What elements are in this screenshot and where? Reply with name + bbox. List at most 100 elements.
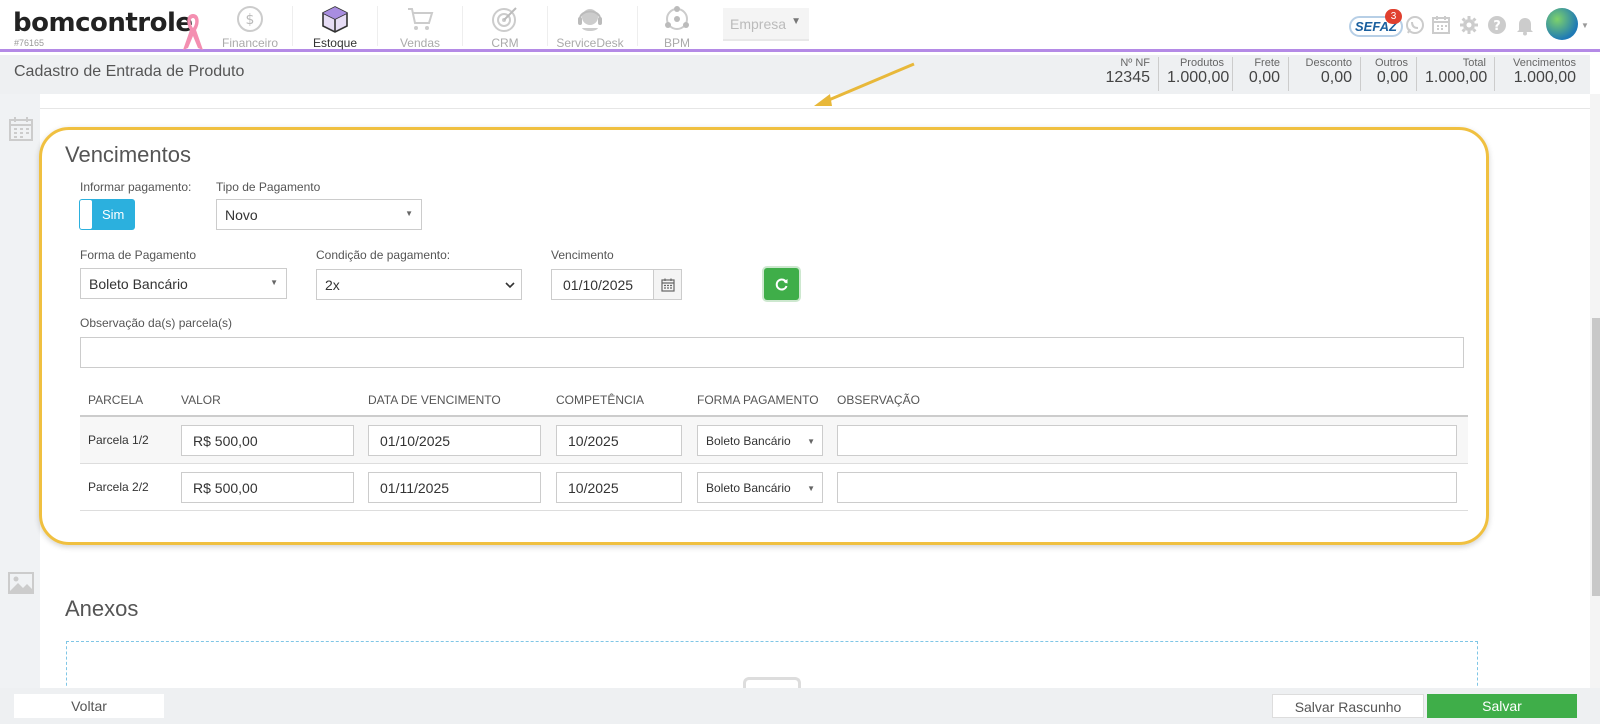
page-title: Cadastro de Entrada de Produto [14,63,245,80]
svg-text:?: ? [1493,19,1501,34]
toggle-knob [80,200,92,229]
summary-label: Outros [1374,57,1408,69]
whatsapp-icon[interactable] [1404,14,1426,36]
summary-total: Total 1.000,00 [1416,57,1494,91]
nav-bpm[interactable]: BPM [647,4,707,50]
competencia-input[interactable]: 10/2025 [556,472,682,503]
pink-ribbon-icon [183,14,203,50]
input-value: R$ 500,00 [193,480,258,496]
summary-outros: Outros 0,00 [1360,57,1416,91]
caret-down-icon: ▼ [807,437,815,446]
caret-down-icon: ▼ [807,484,815,493]
gear-icon[interactable] [1458,14,1480,36]
valor-input[interactable]: R$ 500,00 [181,425,354,456]
nav-divider [637,6,638,46]
avatar[interactable] [1546,8,1578,40]
forma-pagamento-select[interactable]: Boleto Bancário ▼ [80,268,287,299]
summary-label: Nº NF [1120,57,1150,69]
input-value: 10/2025 [568,433,619,449]
tipo-pagamento-select[interactable]: Novo ▼ [216,199,422,230]
salvar-button[interactable]: Salvar [1427,694,1577,718]
svg-text:$: $ [246,12,255,28]
network-icon [665,6,689,30]
condicao-pagamento-label: Condição de pagamento: [316,248,451,262]
anexos-title: Anexos [65,596,139,621]
help-icon[interactable]: ? [1486,14,1508,36]
nav-financeiro[interactable]: $ Financeiro [220,4,280,50]
image-icon[interactable] [8,570,34,596]
data-vencimento-input[interactable]: 01/10/2025 [368,425,541,456]
left-sidebar [0,94,40,688]
data-vencimento-input[interactable]: 01/11/2025 [368,472,541,503]
summary-produtos: Produtos 1.000,00 [1158,57,1232,91]
competencia-input[interactable]: 10/2025 [556,425,682,456]
input-value: 01/11/2025 [380,480,450,496]
caret-down-icon[interactable]: ▼ [1581,21,1589,30]
date-picker-button[interactable] [653,269,682,300]
table-header: PARCELA [88,393,144,407]
nav-divider [547,6,548,46]
informar-pagamento-toggle[interactable]: Sim [79,199,135,230]
observacao-parcelas-input[interactable] [80,337,1464,368]
summary-value: 0,00 [1248,69,1280,86]
nav-crm[interactable]: CRM [475,4,535,50]
logo-text: bomcontrole [13,8,193,38]
calendar-icon[interactable] [1430,14,1452,36]
caret-down-icon: ▼ [405,209,413,218]
top-navbar: bomcontrole #76165 $ Financeiro Estoque … [0,0,1600,52]
notification-badge: 3 [1385,9,1402,24]
forma-pagamento-cell-select[interactable]: Boleto Bancário ▼ [697,472,823,503]
summary-value: 0,00 [1320,69,1352,86]
salvar-rascunho-button[interactable]: Salvar Rascunho [1272,694,1424,718]
company-select-label: Empresa [730,16,787,32]
caret-down-icon: ▼ [791,16,801,27]
app-logo[interactable]: bomcontrole [13,8,193,38]
bell-icon[interactable] [1514,14,1536,36]
condicao-pagamento-select[interactable]: 2x [316,269,522,300]
nav-divider [292,6,293,46]
box-icon [322,6,348,33]
input-value: R$ 500,00 [193,433,258,449]
refresh-button[interactable] [764,268,799,300]
summary-label: Frete [1254,57,1280,69]
summary-value: 0,00 [1376,69,1408,86]
summary-vencimentos: Vencimentos 1.000,00 [1494,57,1584,91]
select-value: Boleto Bancário [706,481,791,495]
summary-desconto: Desconto 0,00 [1288,57,1360,91]
page-header: Cadastro de Entrada de Produto Nº NF 1234… [0,55,1590,94]
nav-label: Estoque [312,36,358,50]
nav-label: ServiceDesk [556,36,624,50]
company-select[interactable]: Empresa ▼ [723,8,809,41]
summary-label: Vencimentos [1513,57,1576,69]
vencimento-label: Vencimento [551,248,614,262]
summary-nf: Nº NF 12345 [1096,57,1158,91]
valor-input[interactable]: R$ 500,00 [181,472,354,503]
headset-icon [578,9,602,31]
footer-bar: Voltar Salvar Rascunho Salvar [0,688,1600,724]
section-divider [40,108,1590,109]
table-row: Parcela 2/2 R$ 500,00 01/11/2025 10/2025… [80,464,1468,511]
summary-label: Total [1462,57,1486,69]
parcela-cell: Parcela 2/2 [88,480,149,494]
informar-pagamento-label: Informar pagamento: [80,180,192,194]
vencimento-date-input[interactable]: 01/10/2025 [551,269,654,300]
target-icon [492,7,517,32]
account-id: #76165 [14,38,45,48]
observacao-input[interactable] [837,472,1457,503]
summary-value: 1.000,00 [1167,69,1230,86]
nav-servicedesk[interactable]: ServiceDesk [555,4,625,50]
nav-label: CRM [491,36,519,50]
select-value: Boleto Bancário [89,276,188,292]
scrollbar-thumb[interactable] [1592,318,1600,596]
nav-estoque[interactable]: Estoque [305,4,365,50]
input-value: 10/2025 [568,480,619,496]
calendar-icon[interactable] [8,116,34,142]
forma-pagamento-cell-select[interactable]: Boleto Bancário ▼ [697,425,823,456]
nav-vendas[interactable]: Vendas [390,4,450,50]
summary-value: 12345 [1105,69,1151,86]
observacao-input[interactable] [837,425,1457,456]
table-header: OBSERVAÇÃO [837,393,920,407]
calendar-icon [661,278,675,292]
refresh-icon [775,278,788,291]
voltar-button[interactable]: Voltar [14,694,164,718]
